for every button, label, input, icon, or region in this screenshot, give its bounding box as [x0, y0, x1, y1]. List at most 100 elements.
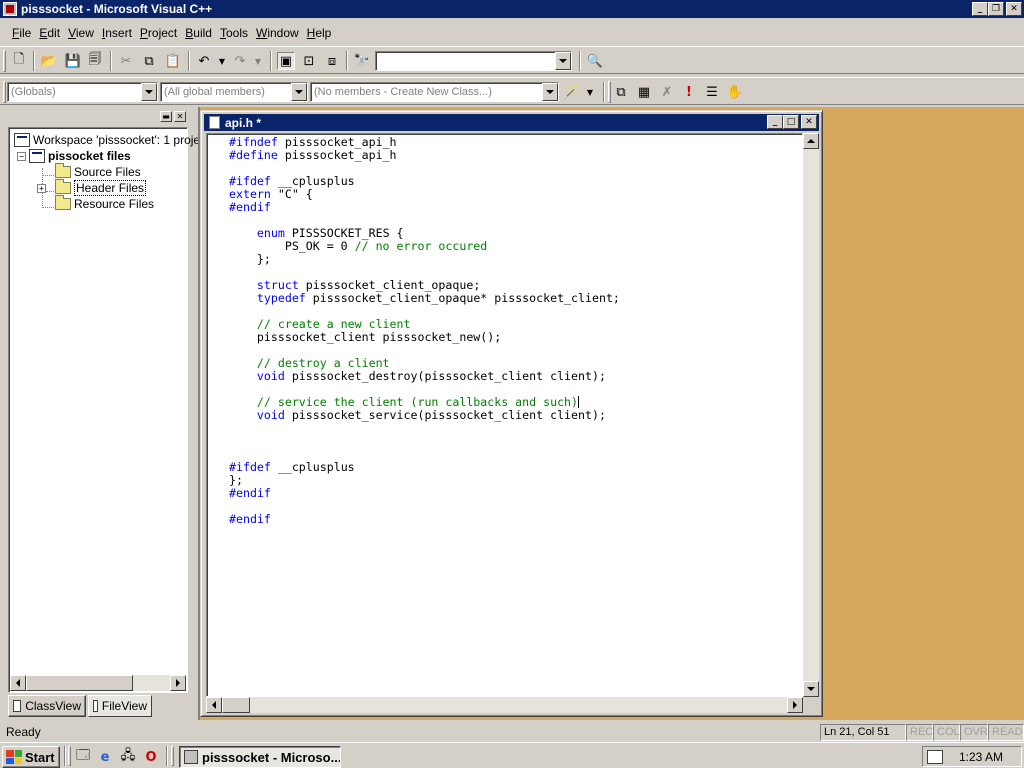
clock[interactable]: 1:23 AM [959, 750, 1003, 764]
opera-icon[interactable]: O [142, 748, 160, 766]
rec-indicator: REC [906, 724, 933, 741]
save-icon[interactable]: 💾 [64, 52, 82, 70]
menu-help[interactable]: Help [303, 26, 336, 40]
menu-edit[interactable]: Edit [35, 26, 64, 40]
code-token: __cplusplus [270, 460, 355, 474]
editor-title-bar[interactable]: api.h * _ □ ✕ [204, 114, 819, 131]
save-all-icon[interactable]: 🗐 [86, 52, 104, 70]
scroll-left-icon[interactable] [206, 697, 222, 713]
find-combo[interactable] [375, 51, 572, 71]
show-desktop-icon[interactable]: 🗔 [74, 748, 92, 766]
restore-button[interactable]: ❐ [988, 2, 1004, 16]
undo-dropdown-icon[interactable]: ▼ [213, 52, 231, 70]
code-text[interactable]: #ifndef pisssocket_api_h #define pisssock… [229, 136, 620, 526]
stop-build-icon[interactable]: ✗ [658, 83, 676, 101]
members-combo[interactable]: (No members - Create New Class...) [310, 82, 559, 102]
toolbar-separator [579, 51, 581, 71]
menu-insert[interactable]: Insert [98, 26, 136, 40]
menu-project[interactable]: Project [136, 26, 181, 40]
filter-combo[interactable]: (All global members) [160, 82, 308, 102]
scroll-thumb[interactable] [222, 697, 250, 713]
filter-combo-dropdown-icon[interactable] [291, 83, 307, 101]
redo-icon[interactable]: ↷ [231, 52, 249, 70]
new-text-file-icon[interactable]: 🗋 [10, 52, 28, 70]
find-combo-dropdown-icon[interactable] [555, 52, 571, 70]
close-button[interactable]: ✕ [1006, 2, 1022, 16]
workspace-icon[interactable]: ▣ [277, 52, 295, 70]
scroll-right-icon[interactable] [787, 697, 803, 713]
visual-cpp-app-icon[interactable] [3, 2, 17, 16]
network-icon[interactable]: 🖧 [119, 748, 137, 766]
menu-file[interactable]: File [8, 26, 35, 40]
toolbar-grip[interactable] [3, 50, 6, 72]
breakpoint-icon[interactable]: ✋ [726, 83, 744, 101]
menu-tools[interactable]: Tools [216, 26, 252, 40]
open-icon[interactable]: 📂 [40, 52, 58, 70]
tab-classview[interactable]: ClassView [8, 695, 86, 717]
class-combo-dropdown-icon[interactable] [141, 83, 157, 101]
compile-icon[interactable]: ⧉ [612, 83, 630, 101]
find-icon[interactable]: 🔍 [586, 52, 604, 70]
tasks-grip[interactable] [171, 746, 174, 766]
read-indicator: READ [988, 724, 1024, 741]
minimize-button[interactable]: _ [972, 2, 988, 16]
code-editor[interactable]: #ifndef pisssocket_api_h #define pisssock… [206, 133, 803, 697]
go-icon[interactable]: ☰ [703, 83, 721, 101]
window-list-icon[interactable]: ⧈ [323, 52, 341, 70]
selection-margin[interactable] [209, 136, 227, 696]
wizard-wand-icon[interactable]: 🪄 [563, 83, 581, 101]
scroll-right-icon[interactable] [170, 675, 186, 691]
workspace-undock-button[interactable]: ▬ [160, 111, 172, 122]
menu-view[interactable]: View [64, 26, 98, 40]
quicklaunch-grip[interactable] [68, 746, 71, 766]
toolbar-grip[interactable] [608, 81, 611, 103]
build-icon[interactable]: ▦ [635, 83, 653, 101]
execute-icon[interactable]: ! [680, 83, 698, 101]
workspace-root[interactable]: Workspace 'pisssocket': 1 proje [14, 132, 200, 148]
wizard-action-dropdown-icon[interactable]: ▼ [581, 83, 599, 101]
tree-folder-resource-files[interactable]: Resource Files [55, 195, 154, 212]
collapse-icon[interactable]: − [17, 151, 26, 161]
tab-fileview[interactable]: FileView [88, 695, 152, 717]
task-label: pisssocket - Microso... [202, 749, 341, 765]
menu-window[interactable]: Window [252, 26, 303, 40]
class-combo[interactable]: (Globals) [7, 82, 158, 102]
internet-explorer-icon[interactable]: e [96, 748, 114, 766]
paste-icon[interactable]: 📋 [164, 52, 182, 70]
code-keyword: void [256, 408, 285, 422]
project-node[interactable]: − pissocket files [17, 148, 131, 164]
undo-icon[interactable]: ↶ [195, 52, 213, 70]
scroll-down-icon[interactable] [803, 681, 819, 697]
editor-vscrollbar[interactable] [803, 133, 819, 697]
workspace-hscrollbar[interactable] [10, 675, 186, 691]
scroll-up-icon[interactable] [803, 133, 819, 149]
redo-dropdown-icon[interactable]: ▼ [249, 52, 267, 70]
workspace-close-button[interactable]: ✕ [174, 111, 186, 122]
expand-icon[interactable]: + [37, 183, 46, 193]
scheduler-icon[interactable] [927, 749, 943, 764]
folder-icon [55, 179, 71, 194]
tree-folder-header-files[interactable]: + Header Files [37, 179, 147, 196]
editor-hscrollbar[interactable] [206, 697, 803, 713]
editor-close-button[interactable]: ✕ [801, 115, 817, 129]
find-in-files-icon[interactable]: 🔭 [353, 52, 371, 70]
editor-maximize-button[interactable]: □ [783, 115, 799, 129]
taskbar-task-button[interactable]: pisssocket - Microso... [179, 746, 341, 768]
members-combo-dropdown-icon[interactable] [542, 83, 558, 101]
workspace-tree[interactable]: Workspace 'pisssocket': 1 proje − pissoc… [8, 127, 200, 693]
code-comment: // create a new client [256, 317, 411, 331]
cut-icon[interactable]: ✂ [117, 52, 135, 70]
editor-minimize-button[interactable]: _ [767, 115, 783, 129]
status-message: Ready [6, 725, 41, 739]
menu-build[interactable]: Build [181, 26, 216, 40]
output-icon[interactable]: ⊡ [300, 52, 318, 70]
start-button[interactable]: Start [2, 746, 60, 768]
copy-icon[interactable]: ⧉ [140, 52, 158, 70]
scroll-left-icon[interactable] [10, 675, 26, 691]
scroll-thumb[interactable] [26, 675, 133, 691]
toolbar-grip[interactable] [3, 81, 6, 103]
tree-folder-source-files[interactable]: Source Files [55, 163, 141, 180]
document-icon[interactable] [209, 116, 220, 129]
